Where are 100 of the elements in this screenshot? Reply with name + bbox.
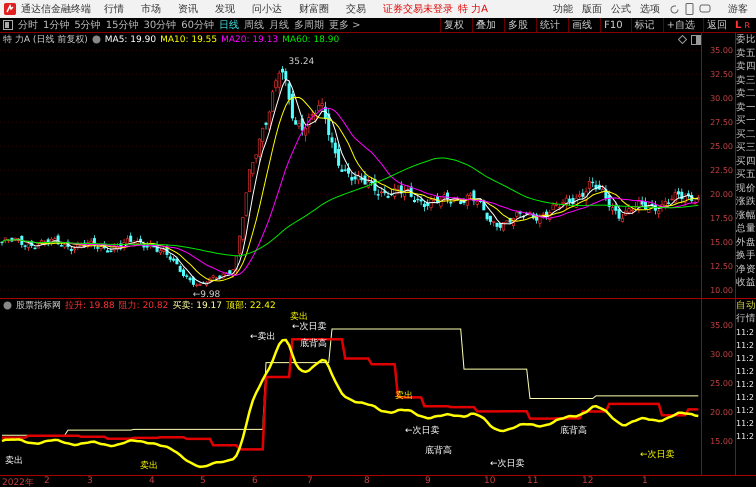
time-axis-label: 12 [582, 476, 594, 486]
low-price-label: ←9.98 [192, 290, 220, 298]
menu-item[interactable]: 问小达 [252, 2, 282, 16]
signal-label: 底背高 [560, 426, 587, 436]
trade-title: 行情 [736, 312, 756, 326]
period-tab[interactable]: 更多 > [328, 18, 361, 32]
corner-label: L [735, 20, 742, 30]
trade-time: 11:2 [736, 392, 755, 404]
signal-label: ←次日卖 [490, 459, 525, 469]
quote-field-label: 卖四 [736, 60, 756, 74]
menu-item[interactable]: 资讯 [178, 2, 198, 16]
axis-tick-label: 25.00 [710, 379, 733, 388]
time-axis-label: 6 [252, 476, 258, 486]
signal-label: ←次日卖 [640, 450, 675, 460]
mode-label[interactable]: 自动 [736, 298, 756, 312]
trade-time: 11:2 [736, 326, 755, 338]
axis-tick-label: 30.00 [710, 94, 733, 103]
legend-item: MA10: 19.55 [160, 34, 218, 44]
time-axis-label: 11 [527, 476, 538, 486]
axis-tick-label: 35.00 [710, 46, 733, 55]
chart-title: 特 力A (日线 前复权) [3, 34, 88, 46]
legend-item: MA5: 19.90 [104, 34, 156, 44]
quote-field-label: 买二 [736, 128, 756, 141]
quote-field-label: 卖五 [736, 46, 756, 60]
quote-field-label: 现价 [736, 182, 756, 195]
time-axis-label: 8 [364, 476, 370, 486]
axis-tick-label: 30.00 [710, 350, 733, 359]
axis-tick-label: 10.00 [710, 286, 733, 295]
menu-item[interactable]: 财富圈 [299, 2, 329, 16]
time-axis-label: 2022年 [2, 476, 34, 487]
toolbar-button[interactable]: +自选 [662, 18, 698, 32]
axis-tick-label: 35.00 [710, 321, 733, 330]
time-axis-label: 2 [44, 476, 50, 486]
menu-item[interactable]: 行情 [104, 2, 124, 16]
axis-tick-label: 15.00 [710, 238, 733, 247]
trade-time: 11:2 [736, 340, 755, 352]
period-tab[interactable]: 日线 [218, 18, 239, 32]
legend-item: 顶部: 22.42 [226, 300, 276, 312]
period-tab[interactable]: 60分钟 [181, 18, 214, 32]
menu-item[interactable]: 功能 [553, 2, 573, 16]
quote-field-label: 买一 [736, 114, 756, 128]
period-tab[interactable]: 分时 [18, 18, 38, 32]
signal-label: ←次日卖 [292, 322, 327, 332]
user-label[interactable]: 游客 [728, 2, 748, 16]
time-axis-label: 5 [200, 476, 206, 486]
time-axis-label: 7 [307, 476, 313, 486]
trade-time: 11:2 [736, 366, 755, 378]
legend-item: 买卖: 19.17 [172, 300, 222, 312]
quote-field-label: 总量 [736, 222, 756, 236]
menu-item[interactable]: 公式 [611, 2, 631, 16]
signal-label: 底背高 [425, 446, 452, 456]
signal-label: ←次日卖 [405, 426, 440, 436]
axis-tick-label: 20.00 [710, 190, 733, 199]
legend-item: MA60: 18.90 [282, 34, 340, 44]
quote-field-label: 卖三 [736, 74, 756, 87]
quote-field-label: 买三 [736, 141, 756, 154]
menu-item[interactable]: 版面 [582, 2, 602, 16]
quote-field-label: 净资 [736, 262, 756, 276]
quote-field-label: 外盘 [736, 236, 756, 249]
signal-label: 卖出 [140, 461, 158, 471]
axis-tick-label: 20.00 [710, 408, 733, 417]
axis-tick-label: 32.50 [710, 70, 733, 79]
quote-field-label: 买五 [736, 168, 756, 182]
indicator-name: 股票指标网 [16, 300, 61, 312]
quote-field-label: 收益 [736, 276, 756, 290]
high-price-label: 35.24 [288, 57, 314, 68]
menu-item[interactable]: 选项 [640, 2, 660, 16]
period-tab[interactable]: 1分钟 [43, 18, 70, 32]
axis-tick-label: 27.50 [710, 118, 733, 127]
signal-label: 卖出 [5, 456, 23, 466]
time-axis-label: 3 [87, 476, 93, 486]
menu-item[interactable]: 交易 [346, 2, 366, 16]
period-tab[interactable]: 5分钟 [74, 18, 101, 32]
trade-time: 11:2 [736, 378, 755, 390]
legend-item: MA20: 19.13 [221, 34, 278, 44]
signal-label: 卖出 [290, 312, 308, 322]
period-tab[interactable]: 周线 [244, 18, 264, 32]
menu-item[interactable]: 市场 [141, 2, 161, 16]
axis-tick-label: 15.00 [710, 437, 733, 446]
login-status[interactable]: 证券交易未登录 [383, 2, 453, 16]
period-tab[interactable]: 月线 [268, 18, 289, 32]
trade-time: 11:2 [736, 404, 755, 416]
time-axis-label: 4 [149, 476, 155, 486]
signal-label: ←卖出 [250, 332, 276, 342]
current-stock-label: 特 力A [458, 2, 488, 16]
quote-field-label: 卖二 [736, 87, 756, 100]
period-tab[interactable]: 30分钟 [143, 18, 176, 32]
axis-tick-label: 22.50 [710, 166, 733, 175]
quote-field-label: 买四 [736, 154, 756, 168]
quote-field-label: 委比 [736, 33, 756, 46]
period-tab[interactable]: 多周期 [294, 18, 324, 32]
trade-time: 11:2 [736, 418, 755, 430]
app-title: 通达信金融终端 [21, 2, 91, 16]
axis-tick-label: 12.50 [710, 262, 733, 271]
menu-item[interactable]: 发现 [215, 2, 235, 16]
period-tab[interactable]: 15分钟 [106, 18, 138, 32]
quote-field-label: 涨跌 [736, 195, 756, 208]
legend-item: 阻力: 20.82 [118, 300, 168, 312]
quote-field-label: 卖一 [736, 100, 756, 114]
legend-item: 拉升: 19.88 [65, 300, 115, 312]
